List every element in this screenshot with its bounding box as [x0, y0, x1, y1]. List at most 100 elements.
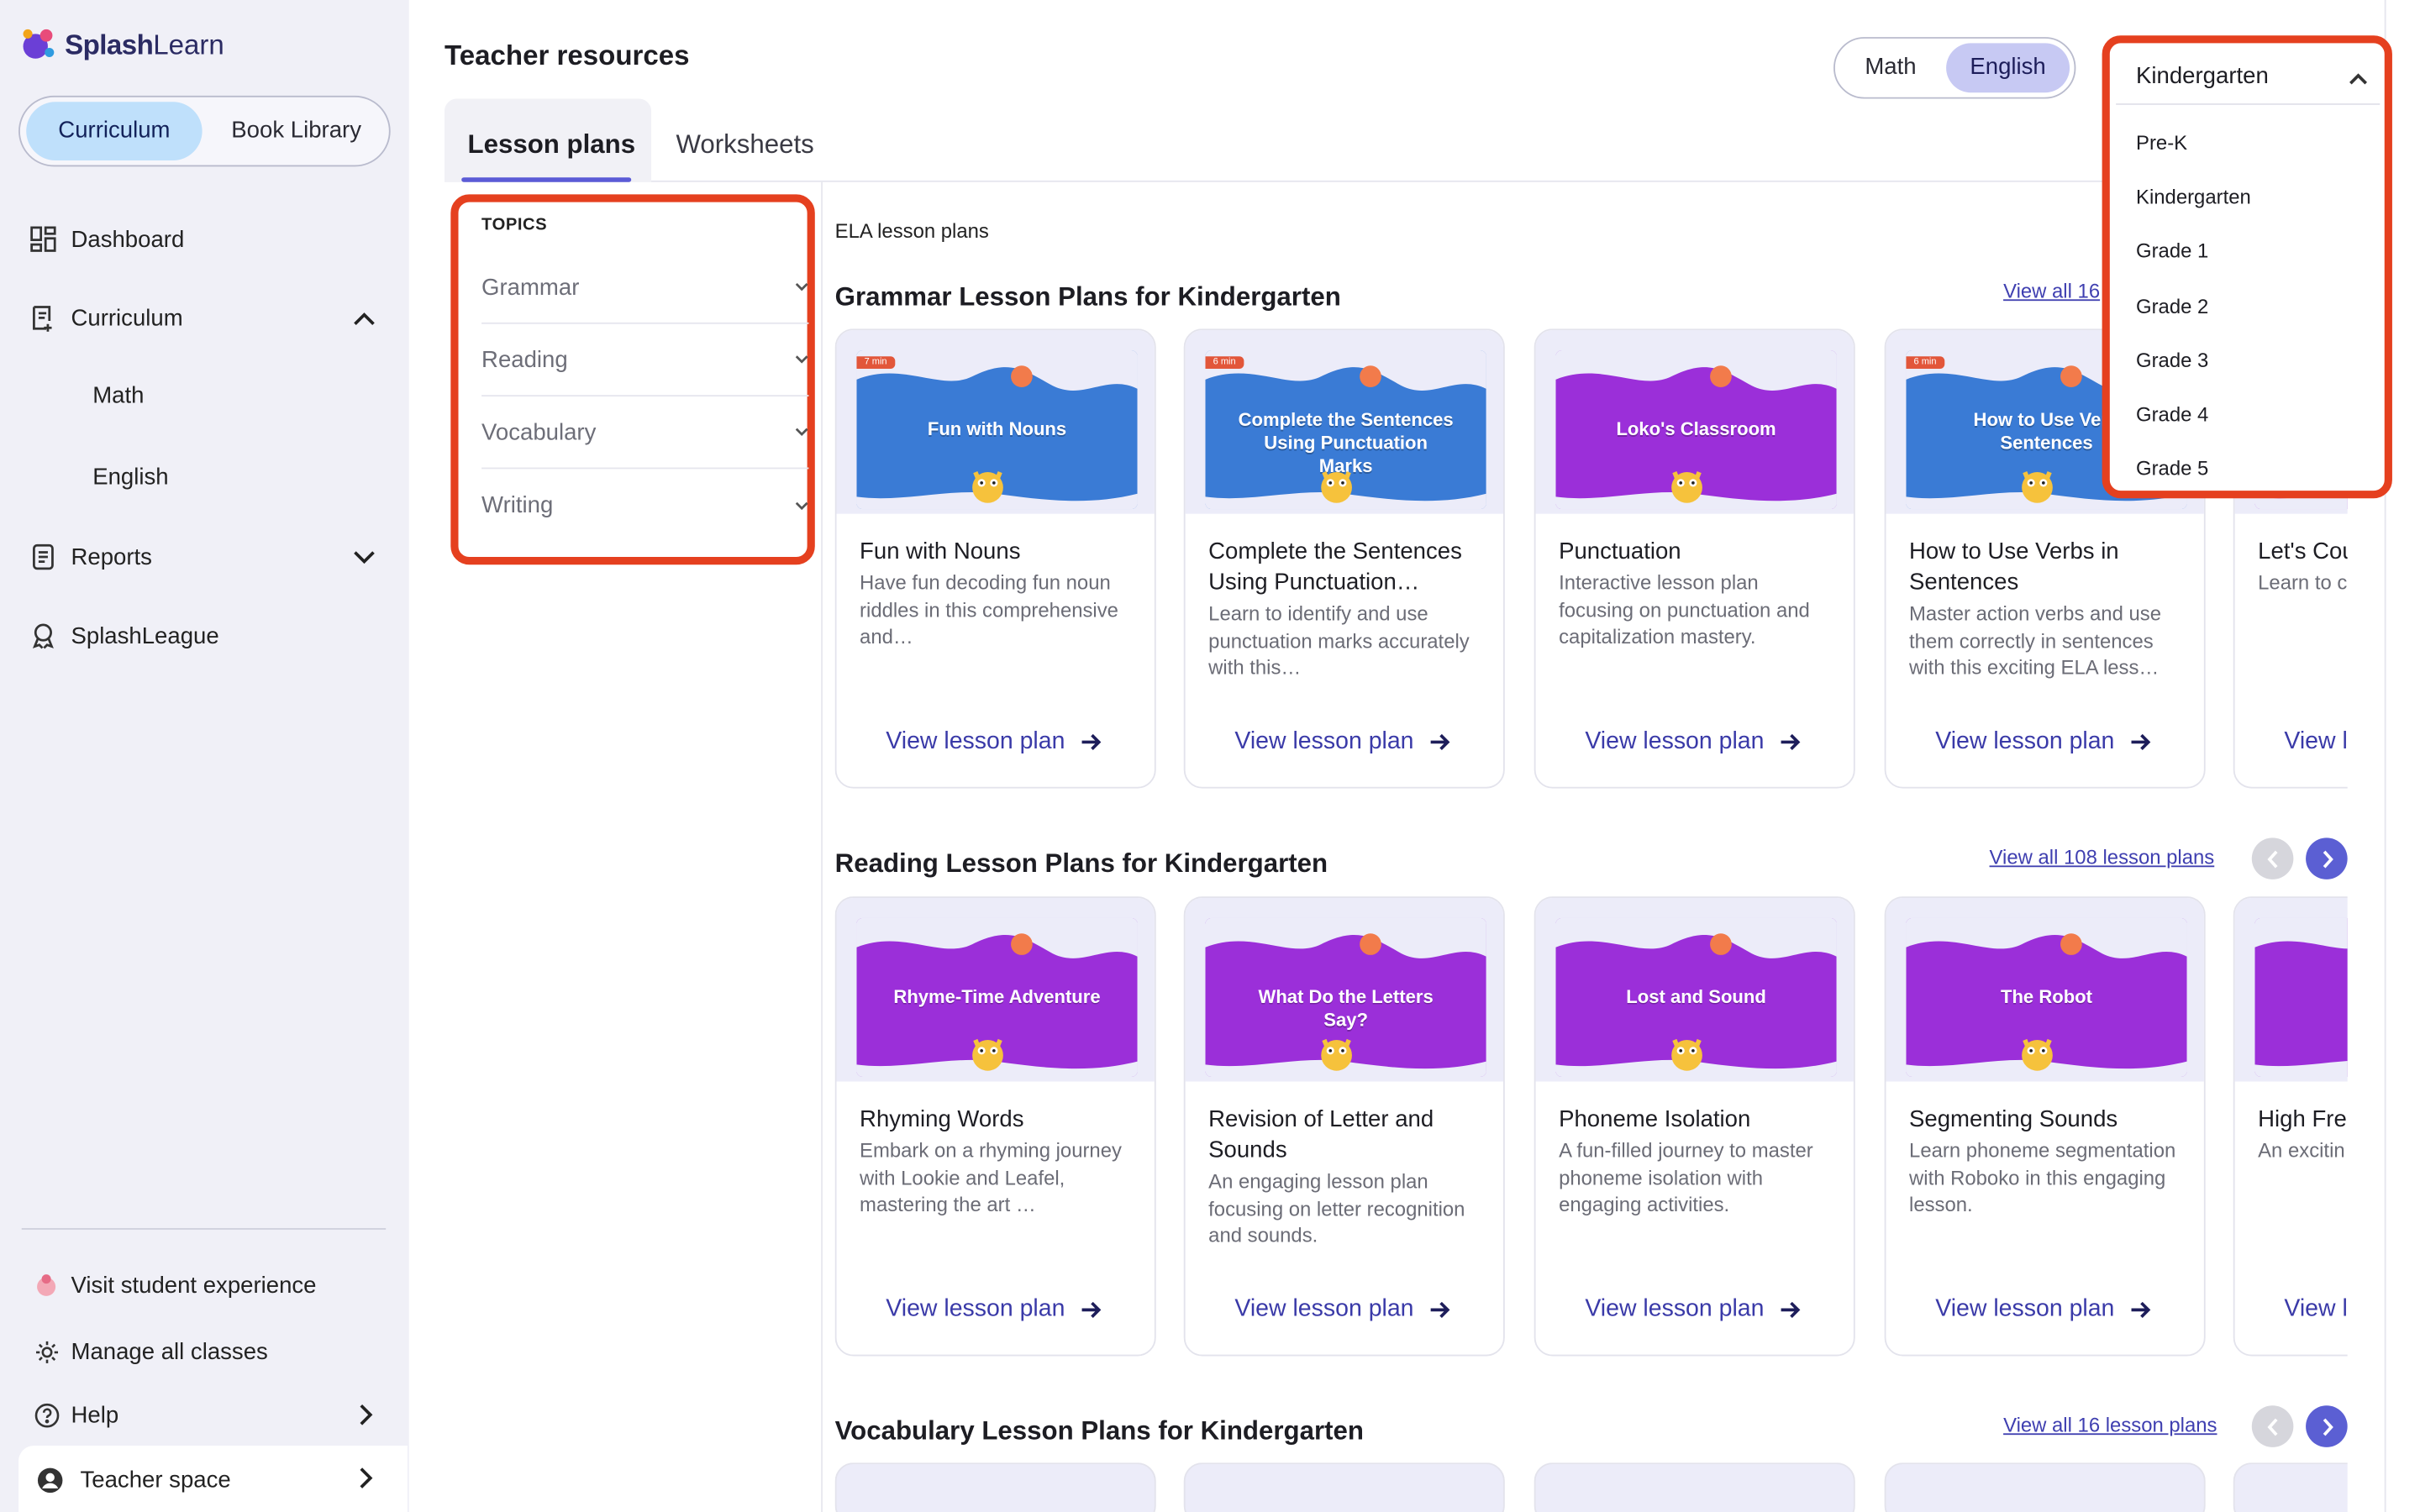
teacher-space[interactable]: Teacher space	[18, 1446, 408, 1512]
vocabulary-card-row	[834, 1462, 2348, 1512]
grade-option[interactable]: Grade 2	[2136, 295, 2208, 318]
topic-reading[interactable]: Reading	[481, 324, 809, 397]
thumbnail-title: What Do the Letters Say?	[1258, 985, 1434, 1031]
nav-dashboard[interactable]: Dashboard	[28, 223, 184, 255]
view-lesson-plan-link[interactable]: View lesson plan	[886, 1296, 1102, 1324]
card-thumbnail: What Do the Letters Say?	[1185, 897, 1503, 1082]
lesson-card[interactable]	[1183, 1462, 1505, 1512]
topic-vocabulary[interactable]: Vocabulary	[481, 396, 809, 470]
grade-option[interactable]: Kindergarten	[2136, 185, 2251, 208]
card-description: Master action verbs and use them correct…	[1909, 601, 2161, 680]
view-lesson-plan-link[interactable]: View l	[2284, 1296, 2347, 1324]
chevron-down-icon[interactable]	[350, 543, 378, 571]
topic-vocabulary-label: Vocabulary	[481, 418, 597, 445]
lesson-card[interactable]	[2233, 1462, 2348, 1512]
view-lesson-plan-link[interactable]: View lesson plan	[1234, 728, 1450, 756]
lesson-illustration: 7 min Fun with Nouns	[856, 349, 1138, 510]
help[interactable]: Help	[31, 1399, 118, 1431]
help-label: Help	[71, 1401, 119, 1428]
grade-option[interactable]: Grade 4	[2136, 402, 2208, 426]
scroll-left-button[interactable]	[2251, 837, 2294, 879]
topic-writing[interactable]: Writing	[481, 469, 808, 541]
decor-circle-icon	[1710, 365, 1732, 388]
nav-splashleague[interactable]: SplashLeague	[28, 620, 219, 651]
view-lesson-plan-label: View lesson plan	[1585, 1295, 1765, 1323]
manage-all-classes[interactable]: Manage all classes	[31, 1336, 268, 1368]
lesson-card[interactable]: What Do the Letters Say? Revision of Let…	[1183, 896, 1505, 1357]
card-description: Have fun decoding fun noun riddles in th…	[860, 570, 1118, 648]
chevron-left-icon	[2266, 1417, 2277, 1436]
tab-worksheets[interactable]: Worksheets	[676, 129, 813, 160]
section-title: Grammar Lesson Plans for Kindergarten	[834, 282, 1341, 312]
lesson-illustration: The Robot	[1906, 917, 2187, 1078]
chevron-right-icon[interactable]	[352, 1401, 380, 1429]
topic-grammar-label: Grammar	[481, 274, 580, 301]
curriculum-toggle-button[interactable]: Curriculum	[26, 102, 203, 161]
grade-select[interactable]: Kindergarten	[2116, 50, 2381, 105]
brand-name-light: Learn	[153, 28, 224, 60]
gear-icon	[31, 1336, 62, 1368]
decor-circle-icon	[1710, 933, 1732, 955]
lesson-card[interactable]: Lost and Sound Phoneme Isolation A fun-f…	[1534, 896, 1855, 1357]
splash-icon	[23, 29, 55, 59]
view-all-link[interactable]: View all 16	[2003, 279, 2100, 302]
view-lesson-plan-link[interactable]: View lesson plan	[886, 728, 1102, 756]
lesson-card[interactable]	[1534, 1462, 1855, 1512]
lesson-illustration: Loko's Classroom	[1555, 349, 1837, 510]
thumbnail-title: Rhyme-Time Adventure	[893, 985, 1101, 1008]
card-title: Fun with Nouns	[860, 538, 1021, 565]
tab-lesson-plans-label: Lesson plans	[467, 129, 636, 160]
card-title: Punctuation	[1559, 538, 1681, 565]
grade-selected-value: Kindergarten	[2136, 63, 2269, 90]
view-lesson-plan-link[interactable]: View lesson plan	[1585, 1296, 1801, 1324]
topics-panel: TOPICS Grammar Reading Vocabulary Writin…	[450, 194, 815, 565]
nav-math[interactable]: Math	[92, 383, 144, 409]
card-thumbnail: The Robot	[1886, 897, 2204, 1082]
lesson-card[interactable]: 6 min Complete the Sentences Using Punct…	[1183, 328, 1505, 789]
book-library-toggle-button[interactable]: Book Library	[208, 102, 384, 160]
subject-english-button[interactable]: English	[1946, 43, 2070, 93]
league-icon	[28, 620, 59, 651]
grade-option[interactable]: Pre-K	[2136, 131, 2187, 155]
scroll-left-button[interactable]	[2251, 1405, 2294, 1447]
library-toggle: Curriculum Book Library	[18, 95, 391, 167]
card-title: High Fre 1 - Part	[2258, 1105, 2348, 1133]
lesson-card[interactable]: 7 min Fun with Nouns Fun with Nouns Have…	[834, 328, 1156, 789]
chevron-up-icon[interactable]	[350, 304, 378, 332]
lesson-card[interactable]	[1884, 1462, 2206, 1512]
thumbnail-title: Word	[2254, 986, 2347, 1010]
chevron-down-icon	[795, 501, 808, 510]
nav-curriculum[interactable]: Curriculum	[28, 302, 183, 333]
scroll-right-button[interactable]	[2306, 837, 2348, 879]
decor-circle-icon	[1011, 365, 1033, 388]
lesson-card[interactable]: Rhyme-Time Adventure Rhyming Words Embar…	[834, 896, 1156, 1357]
grade-option[interactable]: Grade 5	[2136, 457, 2208, 480]
arrow-right-icon	[1781, 733, 1801, 751]
nav-english[interactable]: English	[92, 465, 168, 491]
chevron-right-icon	[2322, 1417, 2333, 1436]
visit-student-experience[interactable]: Visit student experience	[31, 1270, 317, 1301]
splashlearn-logo[interactable]: Splash Learn	[18, 24, 224, 65]
lesson-card[interactable]: Word High Fre 1 - Part An excitin world …	[2233, 896, 2348, 1357]
card-title: Let's Cou	[2258, 538, 2348, 565]
grade-option[interactable]: Grade 1	[2136, 239, 2208, 263]
view-lesson-plan-link[interactable]: View lesson plan	[1935, 728, 2151, 756]
student-icon	[31, 1270, 62, 1301]
view-lesson-plan-link[interactable]: View l	[2284, 728, 2347, 756]
view-lesson-plan-link[interactable]: View lesson plan	[1234, 1296, 1450, 1324]
subject-math-button[interactable]: Math	[1841, 43, 1940, 92]
view-all-link[interactable]: View all 16 lesson plans	[2003, 1413, 2217, 1436]
lesson-card[interactable]: The Robot Segmenting Sounds Learn phonem…	[1884, 896, 2206, 1357]
topic-grammar[interactable]: Grammar	[481, 251, 809, 324]
view-lesson-plan-link[interactable]: View lesson plan	[1585, 728, 1801, 756]
card-title: Segmenting Sounds	[1909, 1105, 2118, 1133]
grade-option[interactable]: Grade 3	[2136, 349, 2208, 372]
tab-lesson-plans[interactable]: Lesson plans	[444, 98, 652, 182]
view-all-link[interactable]: View all 108 lesson plans	[1990, 846, 2215, 869]
topic-reading-label: Reading	[481, 346, 568, 373]
lesson-card[interactable]	[834, 1462, 1156, 1512]
view-lesson-plan-link[interactable]: View lesson plan	[1935, 1296, 2151, 1324]
lesson-card[interactable]: Loko's Classroom Punctuation Interactive…	[1534, 328, 1855, 789]
scroll-right-button[interactable]	[2306, 1405, 2348, 1447]
nav-reports[interactable]: Reports	[28, 542, 152, 573]
